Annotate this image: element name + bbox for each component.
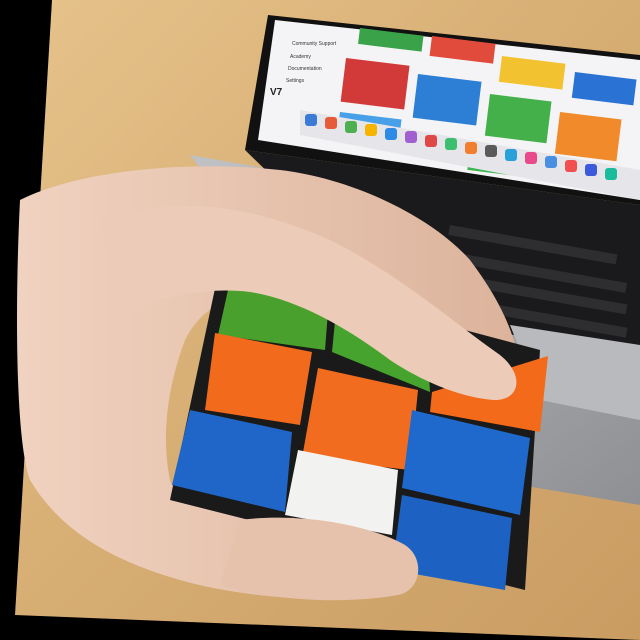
sidebar-item: Community Support xyxy=(292,41,337,47)
screen-brand: V7 xyxy=(270,87,283,98)
photo-scene: Community Support Academy Documentation … xyxy=(15,0,640,640)
sidebar-item: Academy xyxy=(290,54,311,60)
sidebar-item: Settings xyxy=(286,78,305,84)
sidebar-item: Documentation xyxy=(288,66,322,72)
